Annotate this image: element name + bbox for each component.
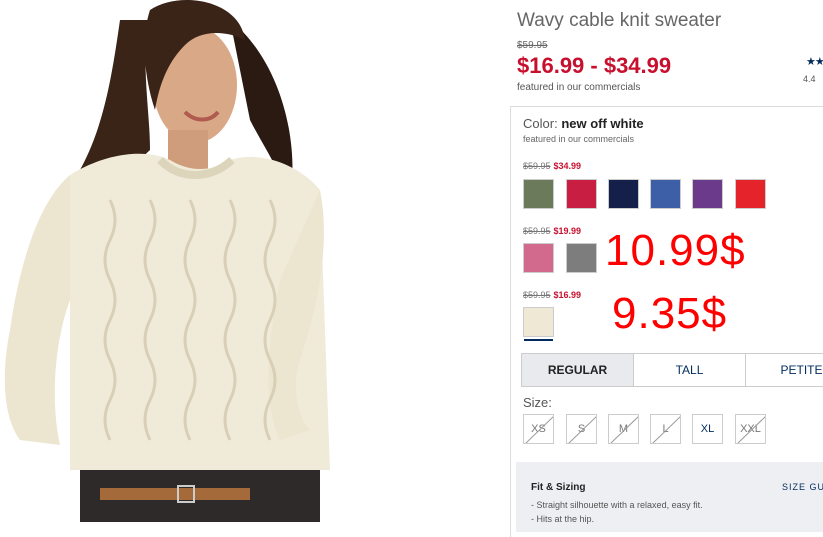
rating-value: 4.4 bbox=[803, 74, 816, 84]
tab-tall[interactable]: TALL bbox=[633, 353, 746, 387]
product-photo bbox=[0, 0, 500, 522]
annotation-price-1: 10.99$ bbox=[605, 226, 746, 275]
price-line-group-2: $59.95 $19.99 bbox=[523, 226, 581, 236]
swatch-olive[interactable] bbox=[523, 179, 554, 209]
color-featured-note: featured in our commercials bbox=[523, 134, 635, 144]
swatch-navy[interactable] bbox=[608, 179, 639, 209]
color-label: Color: bbox=[523, 116, 558, 131]
fit-bullet: - Hits at the hip. bbox=[531, 514, 595, 524]
swatch-grey[interactable] bbox=[566, 243, 597, 273]
new-price: $16.99 bbox=[553, 290, 582, 300]
swatch-red[interactable] bbox=[735, 179, 766, 209]
old-price: $59.95 bbox=[523, 226, 551, 236]
size-s[interactable]: S bbox=[566, 414, 597, 444]
size-label: Size: bbox=[523, 395, 552, 410]
old-price: $59.95 bbox=[523, 161, 551, 171]
size-xxl[interactable]: XXL bbox=[735, 414, 766, 444]
featured-note: featured in our commercials bbox=[517, 82, 641, 93]
new-price: $19.99 bbox=[553, 226, 582, 236]
annotation-price-2: 9.35$ bbox=[612, 289, 728, 338]
swatch-red-pink[interactable] bbox=[566, 179, 597, 209]
price-line-group-1: $59.95 $34.99 bbox=[523, 161, 581, 171]
sale-price-range: $16.99 - $34.99 bbox=[517, 53, 672, 78]
old-price: $59.95 bbox=[523, 290, 551, 300]
swatch-blue[interactable] bbox=[650, 179, 681, 209]
rating-stars-icon[interactable]: ★★ bbox=[806, 55, 823, 68]
new-price: $34.99 bbox=[553, 161, 582, 171]
size-xs[interactable]: XS bbox=[523, 414, 554, 444]
size-m[interactable]: M bbox=[608, 414, 639, 444]
original-price: $59.95 bbox=[517, 40, 548, 51]
fit-tabs: REGULAR TALL PETITE bbox=[521, 353, 823, 387]
swatch-purple[interactable] bbox=[692, 179, 723, 209]
selected-color-name: new off white bbox=[561, 116, 644, 131]
tab-petite[interactable]: PETITE bbox=[745, 353, 823, 387]
tab-regular[interactable]: REGULAR bbox=[521, 353, 634, 387]
fit-sizing-title: Fit & Sizing bbox=[531, 482, 586, 493]
swatch-pink[interactable] bbox=[523, 243, 554, 273]
size-l[interactable]: L bbox=[650, 414, 681, 444]
swatch-off-white[interactable] bbox=[523, 307, 554, 341]
size-guide-link[interactable]: SIZE GU bbox=[782, 482, 823, 492]
fit-bullet: - Straight silhouette with a relaxed, ea… bbox=[531, 500, 703, 510]
color-label-row: Color: new off white bbox=[523, 116, 644, 131]
product-title: Wavy cable knit sweater bbox=[517, 10, 722, 31]
size-xl[interactable]: XL bbox=[692, 414, 723, 444]
price-line-group-3: $59.95 $16.99 bbox=[523, 290, 581, 300]
